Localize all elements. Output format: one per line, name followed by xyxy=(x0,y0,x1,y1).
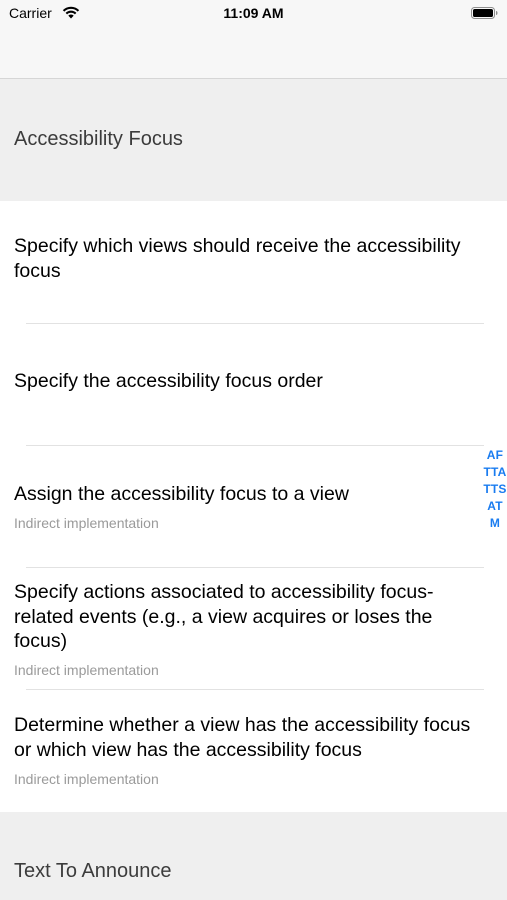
index-item[interactable]: M xyxy=(480,515,507,532)
list-item[interactable]: Specify which views should receive the a… xyxy=(0,201,507,323)
row-subtitle: Indirect implementation xyxy=(14,771,159,787)
list-item[interactable]: Specify actions associated to accessibil… xyxy=(0,568,507,689)
row-title: Specify actions associated to accessibil… xyxy=(14,581,434,652)
row-title: Specify the accessibility focus order xyxy=(14,370,323,392)
index-item[interactable]: TTA xyxy=(480,464,507,481)
battery-icon xyxy=(471,7,498,19)
section-header-text-to-announce: Text To Announce xyxy=(0,812,507,900)
section-title: Accessibility Focus xyxy=(14,128,183,150)
navigation-bar xyxy=(0,28,507,79)
row-subtitle: Indirect implementation xyxy=(14,515,159,531)
index-item[interactable]: AT xyxy=(480,498,507,515)
list-item[interactable]: Assign the accessibility focus to a view… xyxy=(0,446,507,567)
row-title: Specify which views should receive the a… xyxy=(14,235,461,282)
list-item[interactable]: Specify the accessibility focus order xyxy=(0,324,507,445)
row-title: Assign the accessibility focus to a view xyxy=(14,483,349,505)
row-subtitle: Indirect implementation xyxy=(14,662,159,678)
section-header-accessibility-focus: Accessibility Focus xyxy=(0,80,507,201)
row-title: Determine whether a view has the accessi… xyxy=(14,714,471,761)
section-index[interactable]: AF TTA TTS AT M xyxy=(480,447,507,532)
status-bar: Carrier 11:09 AM xyxy=(0,0,507,28)
clock: 11:09 AM xyxy=(223,5,284,21)
table-group: Specify which views should receive the a… xyxy=(0,201,507,812)
screen: Carrier 11:09 AM Accessibility Focus Spe… xyxy=(0,0,507,900)
index-item[interactable]: AF xyxy=(480,447,507,464)
index-item[interactable]: TTS xyxy=(480,481,507,498)
list-item[interactable]: Determine whether a view has the accessi… xyxy=(0,690,507,812)
section-title: Text To Announce xyxy=(14,860,172,882)
